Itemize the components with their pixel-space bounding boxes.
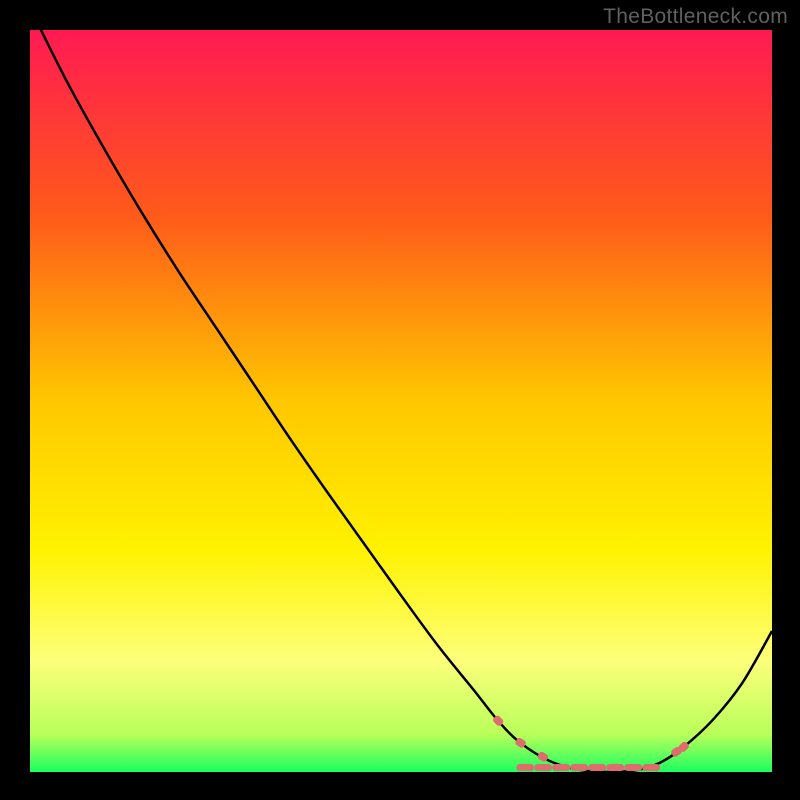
gradient-background <box>30 30 772 772</box>
watermark-text: TheBottleneck.com <box>603 5 788 29</box>
chart-container: TheBottleneck.com <box>0 0 800 800</box>
plot-area <box>30 30 772 772</box>
chart-svg <box>30 30 772 772</box>
